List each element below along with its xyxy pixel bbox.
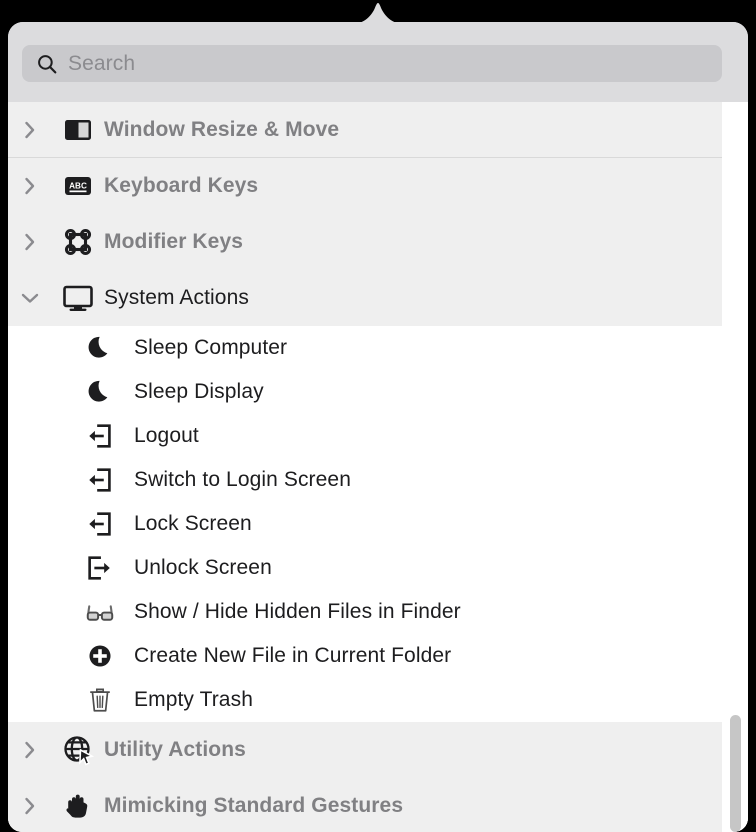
action-item-label: Unlock Screen bbox=[134, 556, 272, 579]
plus-circle-icon bbox=[74, 640, 126, 672]
search-header: Search bbox=[8, 22, 748, 102]
action-item-label: Sleep Display bbox=[134, 380, 264, 403]
unlock-arrow-icon bbox=[74, 552, 126, 584]
category-label: Mimicking Standard Gestures bbox=[104, 794, 404, 817]
action-list[interactable]: Window Resize & Move ABC Keyboard Keys Modi… bbox=[8, 102, 748, 832]
action-item-row[interactable]: Lock Screen bbox=[8, 502, 722, 546]
scrollbar-thumb[interactable] bbox=[730, 715, 741, 832]
action-item-row[interactable]: Logout bbox=[8, 414, 722, 458]
action-item-row[interactable]: Empty Trash bbox=[8, 678, 722, 722]
category-label: Keyboard Keys bbox=[104, 174, 259, 197]
action-item-label: Logout bbox=[134, 424, 199, 447]
command-key-icon bbox=[52, 225, 104, 259]
chevron-right-icon[interactable] bbox=[8, 175, 52, 197]
svg-text:ABC: ABC bbox=[69, 182, 87, 191]
search-icon bbox=[36, 53, 58, 75]
category-row[interactable]: System Actions bbox=[8, 270, 722, 326]
moon-icon bbox=[74, 332, 126, 364]
window-split-icon bbox=[52, 113, 104, 147]
category-row[interactable]: Mimicking Standard Gestures bbox=[8, 778, 722, 832]
action-item-label: Sleep Computer bbox=[134, 336, 288, 359]
popover-panel: Search Window Resize & Move ABC Keyboard K… bbox=[8, 22, 748, 832]
search-input[interactable]: Search bbox=[68, 52, 135, 76]
action-item-label: Empty Trash bbox=[134, 688, 253, 711]
trash-icon bbox=[74, 684, 126, 716]
chevron-down-icon[interactable] bbox=[8, 290, 52, 306]
search-field[interactable]: Search bbox=[22, 45, 722, 82]
logout-arrow-icon bbox=[74, 420, 126, 452]
chevron-right-icon[interactable] bbox=[8, 795, 52, 817]
chevron-right-icon[interactable] bbox=[8, 231, 52, 253]
action-item-row[interactable]: Show / Hide Hidden Files in Finder bbox=[8, 590, 722, 634]
scrollbar-track[interactable] bbox=[722, 102, 748, 832]
category-label: Window Resize & Move bbox=[104, 118, 340, 141]
category-label: Modifier Keys bbox=[104, 230, 243, 253]
action-item-row[interactable]: Sleep Display bbox=[8, 370, 722, 414]
category-label: System Actions bbox=[104, 286, 249, 309]
abc-keyboard-icon: ABC bbox=[52, 169, 104, 203]
category-row[interactable]: ABC Keyboard Keys bbox=[8, 158, 722, 214]
action-item-label: Switch to Login Screen bbox=[134, 468, 351, 491]
logout-arrow-icon bbox=[74, 508, 126, 540]
chevron-right-icon[interactable] bbox=[8, 119, 52, 141]
action-item-row[interactable]: Unlock Screen bbox=[8, 546, 722, 590]
action-item-label: Lock Screen bbox=[134, 512, 252, 535]
category-row[interactable]: Modifier Keys bbox=[8, 214, 722, 270]
chevron-right-icon[interactable] bbox=[8, 739, 52, 761]
category-row[interactable]: Utility Actions bbox=[8, 722, 722, 778]
action-item-row[interactable]: Switch to Login Screen bbox=[8, 458, 722, 502]
action-item-label: Show / Hide Hidden Files in Finder bbox=[134, 600, 461, 623]
moon-icon bbox=[74, 376, 126, 408]
display-monitor-icon bbox=[52, 281, 104, 315]
logout-arrow-icon bbox=[74, 464, 126, 496]
action-item-row[interactable]: Create New File in Current Folder bbox=[8, 634, 722, 678]
category-label: Utility Actions bbox=[104, 738, 246, 761]
screen: Search Window Resize & Move ABC Keyboard K… bbox=[0, 0, 756, 832]
hand-icon bbox=[52, 789, 104, 823]
glasses-icon bbox=[74, 596, 126, 628]
action-item-row[interactable]: Sleep Computer bbox=[8, 326, 722, 370]
action-item-label: Create New File in Current Folder bbox=[134, 644, 452, 667]
category-row[interactable]: Window Resize & Move bbox=[8, 102, 722, 158]
globe-cursor-icon bbox=[52, 733, 104, 767]
